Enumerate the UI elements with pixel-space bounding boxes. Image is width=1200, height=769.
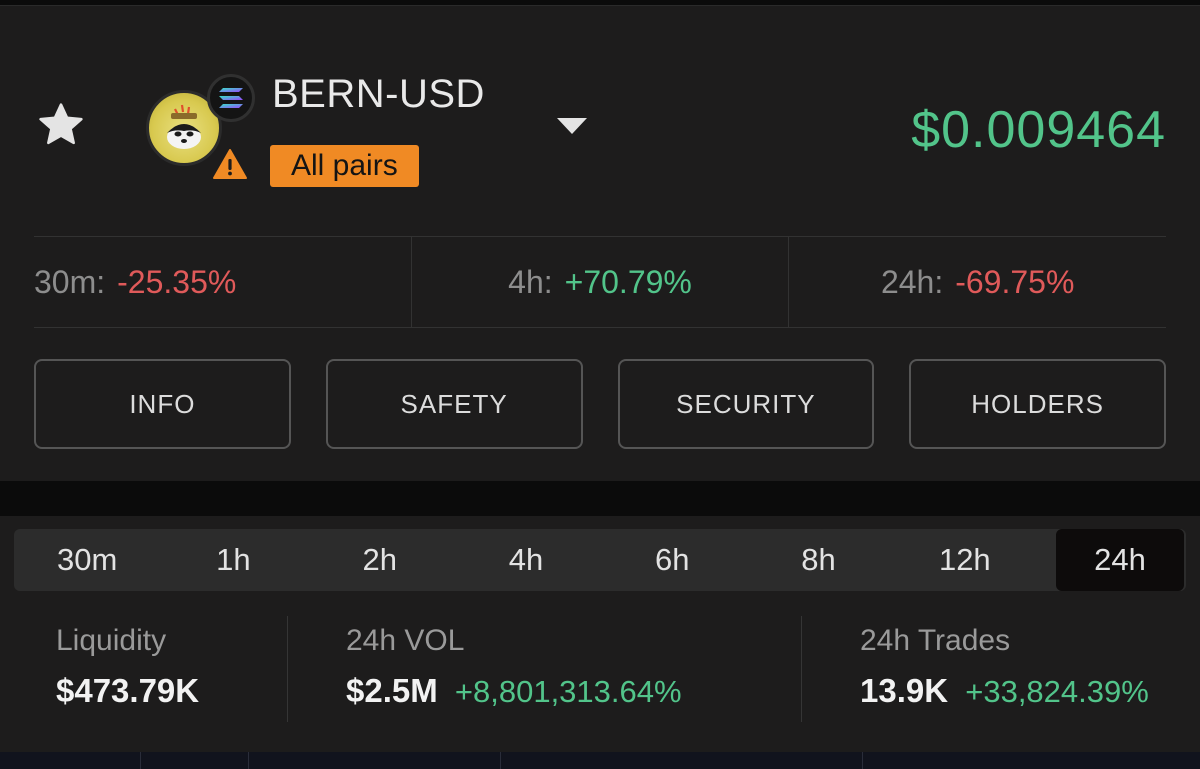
change-value: -69.75%: [955, 263, 1075, 300]
change-label: 4h:: [508, 263, 553, 300]
pair-header: BERN-USD All pairs $0.009464: [0, 6, 1200, 231]
price-change-row: 30m: -25.35% 4h: +70.79% 24h: -69.75%: [34, 236, 1166, 328]
change-label: 24h:: [880, 263, 944, 300]
trades-label: 24h Trades: [860, 624, 1011, 657]
stats-row: Liquidity $473.79K 24h VOL $2.5M +8,801,…: [0, 616, 1200, 726]
chevron-down-icon: [557, 118, 587, 134]
volume-label: 24h VOL: [346, 624, 465, 657]
liquidity-label: Liquidity: [56, 624, 167, 657]
tab-security[interactable]: SECURITY: [617, 359, 875, 449]
solana-chain-badge: [207, 74, 255, 122]
change-4h: 4h: +70.79%: [410, 237, 789, 327]
chart-grid-line: [862, 752, 863, 769]
change-value: +70.79%: [564, 263, 692, 300]
solana-icon: [219, 88, 243, 108]
volume-stat: 24h VOL $2.5M +8,801,313.64%: [288, 616, 802, 722]
timeframe-4h[interactable]: 4h: [453, 529, 599, 591]
trades-value: 13.9K: [860, 672, 949, 709]
chart-grid-line: [140, 752, 141, 769]
chart-preview-strip: [0, 752, 1200, 769]
pair-title: BERN-USD: [272, 72, 485, 116]
timeframe-2h[interactable]: 2h: [307, 529, 453, 591]
change-label: 30m:: [34, 263, 106, 300]
all-pairs-button[interactable]: All pairs: [270, 145, 419, 187]
chart-grid-line: [248, 752, 249, 769]
timeframe-6h[interactable]: 6h: [599, 529, 745, 591]
trades-value-row: 13.9K +33,824.39%: [860, 672, 1200, 710]
tab-info[interactable]: INFO: [34, 359, 291, 449]
change-value: -25.35%: [117, 263, 237, 300]
star-icon: [39, 103, 83, 145]
timeframe-selector: 30m 1h 2h 4h 6h 8h 12h 24h: [14, 529, 1186, 591]
warning-icon: [213, 149, 247, 179]
timeframe-12h[interactable]: 12h: [892, 529, 1038, 591]
timeframe-1h[interactable]: 1h: [160, 529, 306, 591]
current-price: $0.009464: [911, 101, 1166, 159]
liquidity-stat: Liquidity $473.79K: [0, 616, 288, 722]
change-24h: 24h: -69.75%: [788, 237, 1166, 327]
trades-change: +33,824.39%: [965, 674, 1149, 709]
tab-safety[interactable]: SAFETY: [325, 359, 583, 449]
warning-badge[interactable]: [212, 148, 248, 180]
stats-panel: 30m 1h 2h 4h 6h 8h 12h 24h Liquidity $47…: [0, 516, 1200, 752]
change-30m: 30m: -25.35%: [34, 237, 411, 327]
tab-holders[interactable]: HOLDERS: [909, 359, 1166, 449]
volume-value: $2.5M: [346, 672, 438, 709]
pair-header-panel: BERN-USD All pairs $0.009464 30m: -25.35…: [0, 5, 1200, 481]
trades-stat: 24h Trades 13.9K +33,824.39%: [802, 616, 1200, 722]
timeframe-8h[interactable]: 8h: [745, 529, 891, 591]
favorite-button[interactable]: [34, 98, 88, 152]
timeframe-24h-selected[interactable]: 24h: [1055, 529, 1184, 591]
volume-change: +8,801,313.64%: [454, 674, 682, 709]
pair-dropdown-button[interactable]: [550, 110, 594, 142]
timeframe-30m[interactable]: 30m: [14, 529, 160, 591]
liquidity-value: $473.79K: [56, 672, 200, 709]
volume-value-row: $2.5M +8,801,313.64%: [346, 672, 801, 710]
section-tabs: INFO SAFETY SECURITY HOLDERS: [34, 359, 1166, 449]
chart-grid-line: [500, 752, 501, 769]
